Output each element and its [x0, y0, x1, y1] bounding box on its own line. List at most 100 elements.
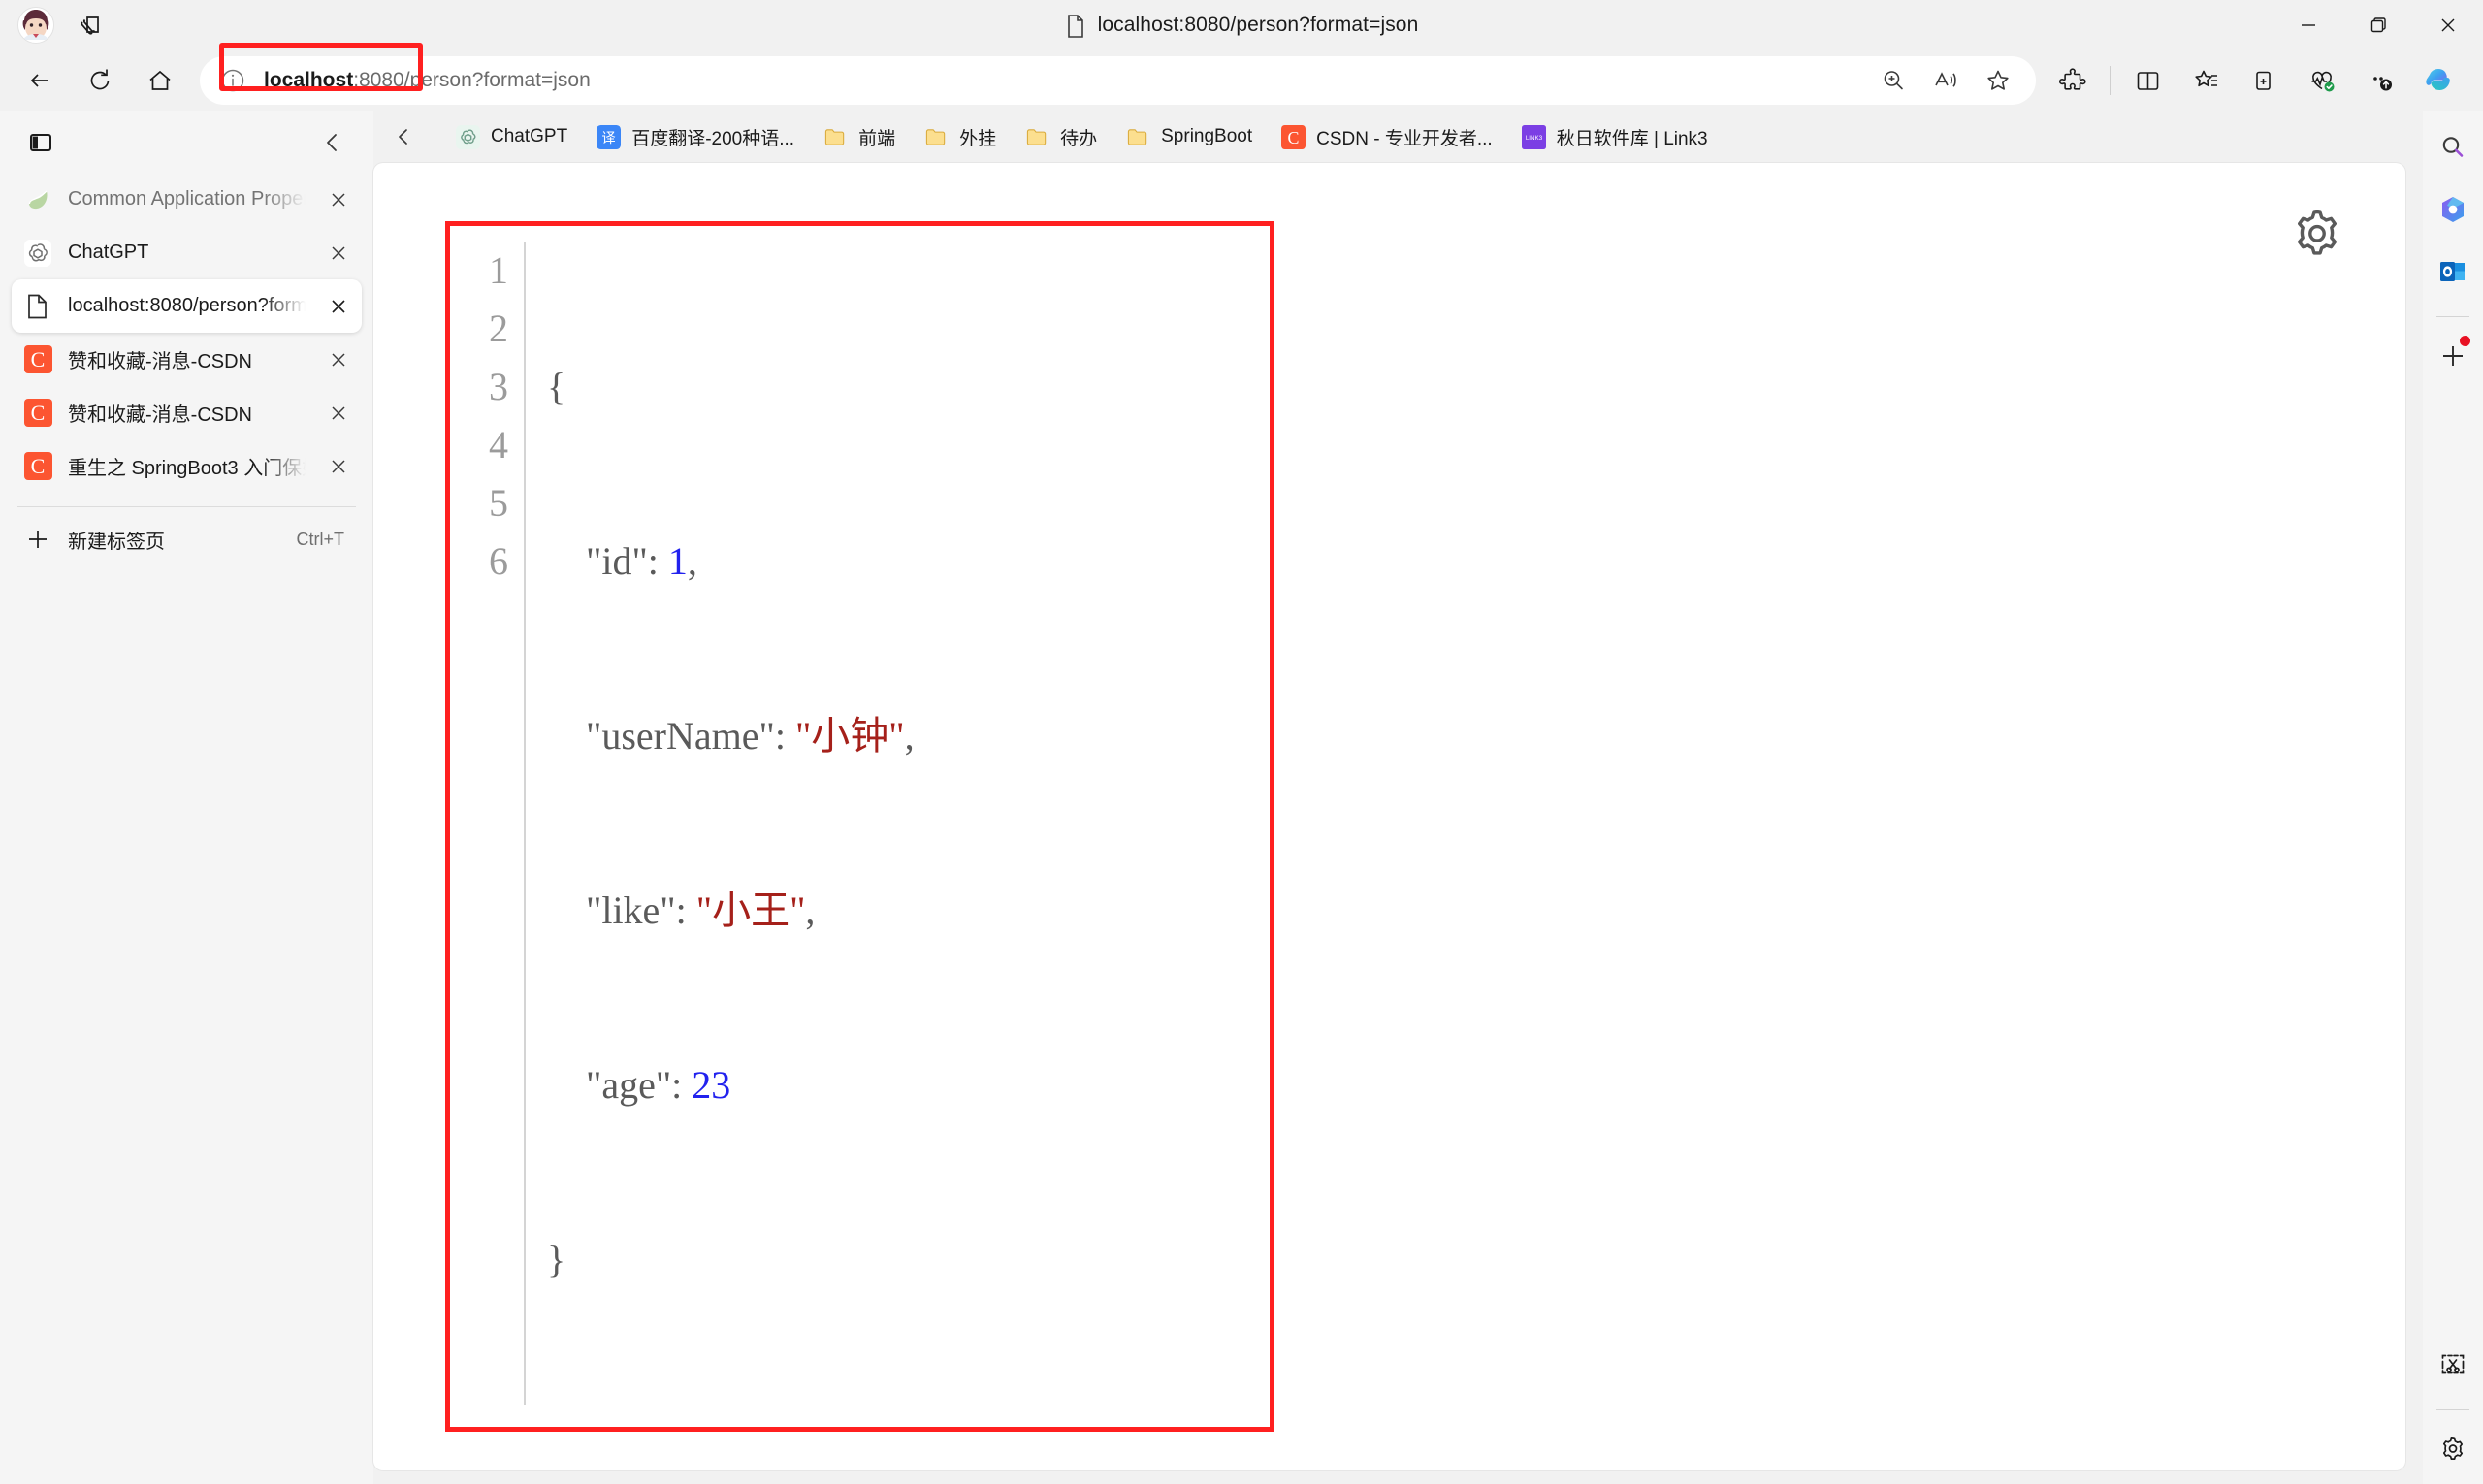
brace-open: {: [547, 365, 566, 408]
line-number: 1: [489, 248, 508, 292]
url-path: :8080/person?format=json: [353, 69, 591, 91]
bookmark-item[interactable]: SpringBoot: [1113, 116, 1265, 157]
url-host: localhost: [264, 69, 354, 91]
info-circle-icon[interactable]: [219, 67, 246, 94]
search-icon[interactable]: [2428, 120, 2478, 175]
bookmark-label: 百度翻译-200种语...: [631, 128, 795, 149]
avatar[interactable]: [17, 7, 54, 44]
svg-text:C: C: [1288, 127, 1300, 146]
tab-close-icon[interactable]: [321, 182, 356, 217]
json-key-username: "userName": [586, 714, 775, 758]
page-column: ChatGPT 译 百度翻译-200种语... 前端 外挂 待办 SpringB…: [373, 111, 2423, 1484]
bookmark-item[interactable]: 译 百度翻译-200种语...: [584, 116, 807, 157]
close-button[interactable]: [2413, 0, 2483, 50]
bookmark-label: SpringBoot: [1161, 126, 1253, 146]
tab-close-icon[interactable]: [321, 289, 356, 324]
tab-close-icon[interactable]: [321, 236, 356, 271]
add-favorite-icon[interactable]: [1972, 58, 2024, 103]
home-button[interactable]: [130, 56, 190, 105]
new-tab-label: 新建标签页: [68, 531, 165, 553]
tab-item[interactable]: Common Application Properties: [12, 173, 362, 226]
colon: :: [671, 1063, 693, 1107]
bookmark-item[interactable]: LINK3 秋日软件库 | Link3: [1509, 116, 1721, 157]
bookmark-item[interactable]: C CSDN - 专业开发者...: [1269, 116, 1505, 157]
collections-icon[interactable]: [2235, 56, 2293, 105]
bookmark-label: 待办: [1060, 128, 1098, 149]
json-code[interactable]: { "id": 1, "userName": "小钟", "like": "小王…: [526, 242, 915, 1405]
back-button[interactable]: [10, 56, 70, 105]
tab-title: ChatGPT: [68, 242, 149, 263]
screenshot-icon[interactable]: [2428, 1338, 2478, 1392]
browser-essentials-icon[interactable]: [2293, 56, 2351, 105]
bookmark-item[interactable]: ChatGPT: [443, 116, 580, 157]
settings-and-more-icon[interactable]: [2351, 56, 2409, 105]
microsoft365-icon[interactable]: [2428, 182, 2478, 237]
window-title-group: localhost:8080/person?format=json: [0, 14, 2483, 38]
vertical-tabs-toggle-icon[interactable]: [17, 121, 64, 164]
extensions-icon[interactable]: [2044, 56, 2102, 105]
json-value-username: 小钟: [811, 714, 889, 758]
copilot-pages-icon[interactable]: [76, 9, 109, 42]
address-bar-text: localhost:8080/person?format=json: [264, 69, 591, 92]
gear-icon[interactable]: [2287, 204, 2347, 264]
tab-title: Common Application Properties: [68, 188, 306, 210]
new-tab-button[interactable]: 新建标签页 Ctrl+T: [12, 515, 362, 564]
omnibox-wrapper: localhost:8080/person?format=json: [200, 56, 2036, 105]
json-viewer: 1 2 3 4 5 6 { "id": 1, "userName": "小钟",: [445, 221, 1274, 1432]
plus-icon[interactable]: [2428, 329, 2478, 383]
colon: :: [774, 714, 795, 758]
navigation-toolbar: localhost:8080/person?format=json: [0, 50, 2483, 111]
bookmark-label: 秋日软件库 | Link3: [1556, 128, 1708, 149]
window-controls: [2273, 0, 2483, 50]
tab-item[interactable]: C 重生之 SpringBoot3 入门保姆级教程: [12, 439, 362, 493]
outlook-icon[interactable]: [2428, 244, 2478, 299]
brace-close: }: [547, 1238, 566, 1281]
favorites-icon[interactable]: [2177, 56, 2235, 105]
minimize-button[interactable]: [2273, 0, 2343, 50]
sidebar-collapse-icon[interactable]: [309, 121, 356, 164]
tab-item[interactable]: C 赞和收藏-消息-CSDN: [12, 333, 362, 386]
tab-title: 赞和收藏-消息-CSDN: [68, 404, 252, 426]
spring-leaf-icon: [23, 185, 52, 214]
line-number: 4: [489, 423, 508, 467]
gear-icon[interactable]: [2428, 1422, 2478, 1476]
bookmark-item[interactable]: 前端: [811, 116, 908, 157]
bookmark-item[interactable]: 外挂: [912, 116, 1009, 157]
bookmark-item[interactable]: 待办: [1013, 116, 1110, 157]
tab-close-icon[interactable]: [321, 396, 356, 431]
bookmark-label: ChatGPT: [491, 126, 568, 146]
zoom-in-icon[interactable]: [1867, 58, 1919, 103]
svg-text:译: 译: [602, 129, 616, 145]
tab-title: 重生之 SpringBoot3 入门保姆级教程: [68, 458, 306, 479]
tab-title: 赞和收藏-消息-CSDN: [68, 351, 252, 372]
tab-item-active[interactable]: localhost:8080/person?format=json: [12, 279, 362, 333]
csdn-icon: C: [23, 399, 52, 428]
json-value-age: 23: [692, 1063, 731, 1107]
read-aloud-icon[interactable]: [1919, 58, 1972, 103]
csdn-icon: C: [1281, 124, 1306, 149]
refresh-button[interactable]: [70, 56, 130, 105]
edge-sidebar: [2423, 111, 2483, 1484]
json-key-age: "age": [586, 1063, 672, 1107]
tab-close-icon[interactable]: [321, 449, 356, 484]
json-line: }: [547, 1231, 915, 1289]
chevron-left-icon[interactable]: [383, 116, 424, 157]
tab-item[interactable]: C 赞和收藏-消息-CSDN: [12, 386, 362, 439]
bookmark-label: 外挂: [959, 128, 997, 149]
tab-close-icon[interactable]: [321, 342, 356, 377]
copilot-icon[interactable]: [2409, 56, 2467, 105]
json-key-like: "like": [586, 888, 676, 932]
colon: :: [675, 888, 696, 932]
line-number: 2: [489, 306, 508, 350]
folder-icon: [1025, 125, 1049, 149]
split-screen-icon[interactable]: [2118, 56, 2177, 105]
title-bar-left: [0, 7, 109, 44]
notification-badge: [2460, 336, 2470, 346]
address-bar[interactable]: localhost:8080/person?format=json: [200, 56, 2036, 105]
json-line: "age": 23: [547, 1056, 915, 1114]
tab-item[interactable]: ChatGPT: [12, 226, 362, 279]
favorites-bar: ChatGPT 译 百度翻译-200种语... 前端 外挂 待办 SpringB…: [373, 111, 2423, 163]
maximize-button[interactable]: [2343, 0, 2413, 50]
